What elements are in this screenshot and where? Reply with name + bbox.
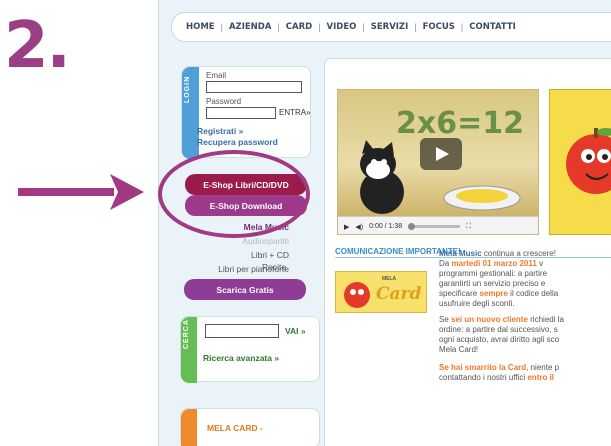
volume-icon[interactable]: ◀) [355,223,363,231]
search-input[interactable] [205,324,279,338]
video-player[interactable]: 2x6=12 ▶ ◀) 0:00 / 1:38 ⛶ [337,89,539,235]
apple-character-thumbnail[interactable] [549,89,611,235]
mela-card-image: MELA Card [335,271,427,313]
video-title: 2x6=12 [396,106,524,141]
download-free-button[interactable]: Scarica Gratis [184,279,306,300]
play-small-icon[interactable]: ▶ [344,223,349,231]
arrow-right-icon [18,174,144,210]
cat-cartoon-icon [360,140,404,214]
mela-card-box: MELA CARD - [180,408,320,446]
play-icon[interactable] [420,138,462,170]
seek-bar[interactable] [408,223,461,230]
video-time: 0:00 / 1:38 [369,223,403,230]
announcement-paragraph-1: Mela Music continua a crescere! Da marte… [439,249,559,308]
step-number: 2. [4,9,71,83]
food-plate-icon [443,185,521,211]
announcement-paragraph-2: Se sei un nuovo cliente richiedi la ordi… [439,315,564,354]
apple-character-icon [566,128,611,194]
fullscreen-icon[interactable]: ⛶ [466,223,471,231]
search-box: CERCA VAI » Ricerca avanzata » [180,316,320,383]
search-go-button[interactable]: VAI » [285,326,306,336]
main-content: 2x6=12 ▶ ◀) 0:00 / 1:38 ⛶ COMUNICAZIONE … [324,58,611,446]
mela-card-label[interactable]: MELA CARD - [207,423,263,433]
advanced-search-link[interactable]: Ricerca avanzata » [203,353,279,363]
announcement-paragraph-3: Se hai smarrito la Card, niente p contat… [439,363,560,382]
search-tab: CERCA [181,317,197,383]
apple-logo-icon [344,282,370,308]
video-controls: ▶ ◀) 0:00 / 1:38 ⛶ [338,216,538,234]
